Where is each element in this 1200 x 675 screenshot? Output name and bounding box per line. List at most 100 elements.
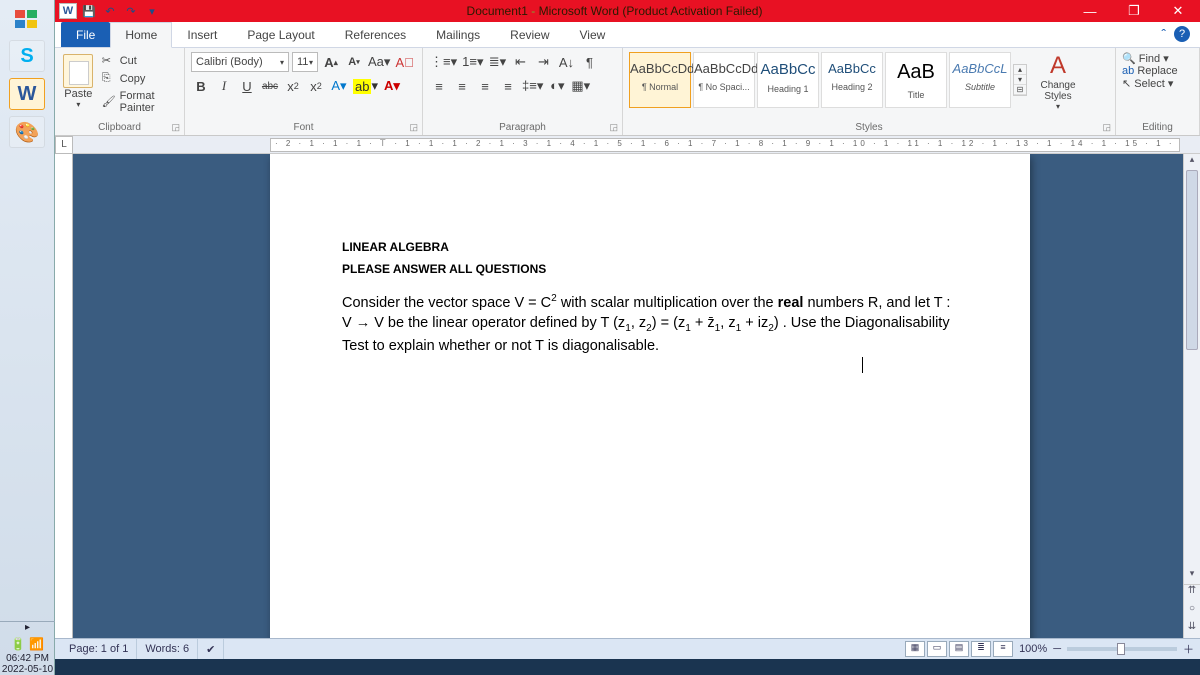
- qat-redo-icon[interactable]: ↷: [122, 3, 140, 19]
- status-page[interactable]: Page: 1 of 1: [61, 639, 137, 660]
- tab-references[interactable]: References: [330, 22, 421, 47]
- tab-home[interactable]: Home: [110, 22, 172, 48]
- tab-page-layout[interactable]: Page Layout: [232, 22, 329, 47]
- paragraph-dialog-icon[interactable]: ◲: [609, 122, 618, 133]
- format-painter-button[interactable]: 🖌Format Painter: [100, 88, 178, 116]
- style-heading1[interactable]: AaBbCcHeading 1: [757, 52, 819, 108]
- style-subtitle[interactable]: AaBbCcLSubtitle: [949, 52, 1011, 108]
- find-button[interactable]: 🔍 Find ▾: [1122, 52, 1169, 65]
- vertical-ruler[interactable]: [55, 154, 73, 638]
- styles-scroll[interactable]: ▴▾⊟: [1013, 64, 1027, 96]
- view-outline[interactable]: ≣: [971, 641, 991, 657]
- cut-button[interactable]: ✂Cut: [100, 52, 178, 70]
- taskbar-skype-icon[interactable]: S: [9, 40, 45, 72]
- app-icon[interactable]: W: [59, 3, 77, 19]
- ruler-tab-selector[interactable]: L: [55, 136, 73, 154]
- view-full-screen[interactable]: ▭: [927, 641, 947, 657]
- tray-battery-icon[interactable]: 🔋 📶: [0, 635, 55, 653]
- qat-save-icon[interactable]: 💾: [80, 3, 98, 19]
- borders-button[interactable]: ▦▾: [570, 76, 591, 96]
- style-no-spacing[interactable]: AaBbCcDd¶ No Spaci...: [693, 52, 755, 108]
- styles-gallery[interactable]: AaBbCcDd¶ Normal AaBbCcDd¶ No Spaci... A…: [629, 52, 1027, 108]
- maximize-button[interactable]: ❐: [1112, 0, 1156, 22]
- change-styles-button[interactable]: A Change Styles ▾: [1033, 52, 1083, 111]
- multilevel-button[interactable]: ≣▾: [487, 52, 507, 72]
- minimize-button[interactable]: —: [1068, 0, 1112, 22]
- styles-dialog-icon[interactable]: ◲: [1102, 122, 1111, 133]
- zoom-slider[interactable]: [1067, 647, 1177, 651]
- copy-button[interactable]: ⎘Copy: [100, 70, 178, 88]
- style-heading2[interactable]: AaBbCcHeading 2: [821, 52, 883, 108]
- tab-review[interactable]: Review: [495, 22, 564, 47]
- page[interactable]: LINEAR ALGEBRA PLEASE ANSWER ALL QUESTIO…: [270, 154, 1030, 638]
- prev-page-icon[interactable]: ⇈: [1184, 585, 1200, 603]
- bold-button[interactable]: B: [191, 76, 211, 96]
- style-title[interactable]: AaBTitle: [885, 52, 947, 108]
- zoom-level[interactable]: 100%: [1019, 643, 1047, 655]
- strike-button[interactable]: abc: [260, 76, 280, 96]
- paste-button[interactable]: Paste ▾: [61, 52, 96, 109]
- taskbar-paint-icon[interactable]: 🎨: [9, 116, 45, 148]
- close-button[interactable]: ✕: [1156, 0, 1200, 22]
- shading-button[interactable]: ◐▾: [547, 76, 567, 96]
- sort-button[interactable]: A↓: [556, 52, 576, 72]
- next-page-icon[interactable]: ⇊: [1184, 621, 1200, 638]
- zoom-out-button[interactable]: ─: [1053, 643, 1061, 655]
- highlight-button[interactable]: ab▾: [352, 76, 379, 96]
- view-draft[interactable]: ≡: [993, 641, 1013, 657]
- indent-button[interactable]: ⇥: [533, 52, 553, 72]
- justify-button[interactable]: ≡: [498, 76, 518, 96]
- tab-view[interactable]: View: [565, 22, 621, 47]
- view-print-layout[interactable]: ▦: [905, 641, 925, 657]
- help-icon[interactable]: ?: [1174, 26, 1190, 42]
- scroll-up-icon[interactable]: ▴: [1184, 154, 1200, 170]
- scroll-down-icon[interactable]: ▾: [1184, 568, 1200, 584]
- tab-mailings[interactable]: Mailings: [421, 22, 495, 47]
- numbering-button[interactable]: 1≡▾: [461, 52, 484, 72]
- grow-font-button[interactable]: A▴: [321, 52, 341, 72]
- style-normal[interactable]: AaBbCcDd¶ Normal: [629, 52, 691, 108]
- start-button[interactable]: [7, 4, 47, 36]
- window-title: Document1 - Microsoft Word (Product Acti…: [161, 4, 1068, 18]
- horizontal-ruler[interactable]: · 2 · 1 · 1 · 1 · 𐊗 · 1 · 1 · 1 · 2 · 1 …: [270, 138, 1180, 152]
- vertical-scrollbar[interactable]: ▴ ▾ ⇈ ○ ⇊: [1183, 154, 1200, 638]
- clear-format-button[interactable]: A⃠: [394, 52, 414, 72]
- align-center-button[interactable]: ≡: [452, 76, 472, 96]
- underline-button[interactable]: U: [237, 76, 257, 96]
- shrink-font-button[interactable]: A▾: [344, 52, 364, 72]
- status-proof-icon[interactable]: ✔: [198, 639, 224, 660]
- bullets-button[interactable]: ⋮≡▾: [429, 52, 458, 72]
- status-words[interactable]: Words: 6: [137, 639, 198, 660]
- show-desktop-button[interactable]: ▸: [0, 621, 55, 631]
- replace-button[interactable]: ab Replace: [1122, 65, 1178, 77]
- browse-object-icon[interactable]: ○: [1184, 603, 1200, 621]
- outdent-button[interactable]: ⇤: [510, 52, 530, 72]
- italic-button[interactable]: I: [214, 76, 234, 96]
- select-button[interactable]: ↖ Select ▾: [1122, 77, 1173, 90]
- zoom-in-button[interactable]: ＋: [1183, 641, 1194, 657]
- font-dialog-icon[interactable]: ◲: [409, 122, 418, 133]
- taskbar-word-icon[interactable]: W: [9, 78, 45, 110]
- clipboard-dialog-icon[interactable]: ◲: [171, 122, 180, 133]
- align-left-button[interactable]: ≡: [429, 76, 449, 96]
- align-right-button[interactable]: ≡: [475, 76, 495, 96]
- tray-clock-date[interactable]: 2022-05-10: [0, 664, 55, 675]
- superscript-button[interactable]: x2: [306, 76, 326, 96]
- change-case-button[interactable]: Aa▾: [367, 52, 391, 72]
- qat-undo-icon[interactable]: ↶: [101, 3, 119, 19]
- text-effects-button[interactable]: A▾: [329, 76, 349, 96]
- show-marks-button[interactable]: ¶: [579, 52, 599, 72]
- tab-file[interactable]: File: [61, 22, 110, 47]
- line-spacing-button[interactable]: ‡≡▾: [521, 76, 544, 96]
- subscript-button[interactable]: x2: [283, 76, 303, 96]
- qat-customize-icon[interactable]: ▾: [143, 3, 161, 19]
- font-color-button[interactable]: A▾: [382, 76, 402, 96]
- scroll-thumb[interactable]: [1186, 170, 1198, 350]
- font-size-combo[interactable]: 11▾: [292, 52, 318, 72]
- minimize-ribbon-icon[interactable]: ˆ: [1161, 26, 1166, 42]
- view-web-layout[interactable]: ▤: [949, 641, 969, 657]
- ribbon-tabs: File Home Insert Page Layout References …: [55, 22, 1200, 48]
- tab-insert[interactable]: Insert: [172, 22, 232, 47]
- tray-clock-time[interactable]: 06:42 PM: [0, 653, 55, 664]
- font-name-combo[interactable]: Calibri (Body)▾: [191, 52, 289, 72]
